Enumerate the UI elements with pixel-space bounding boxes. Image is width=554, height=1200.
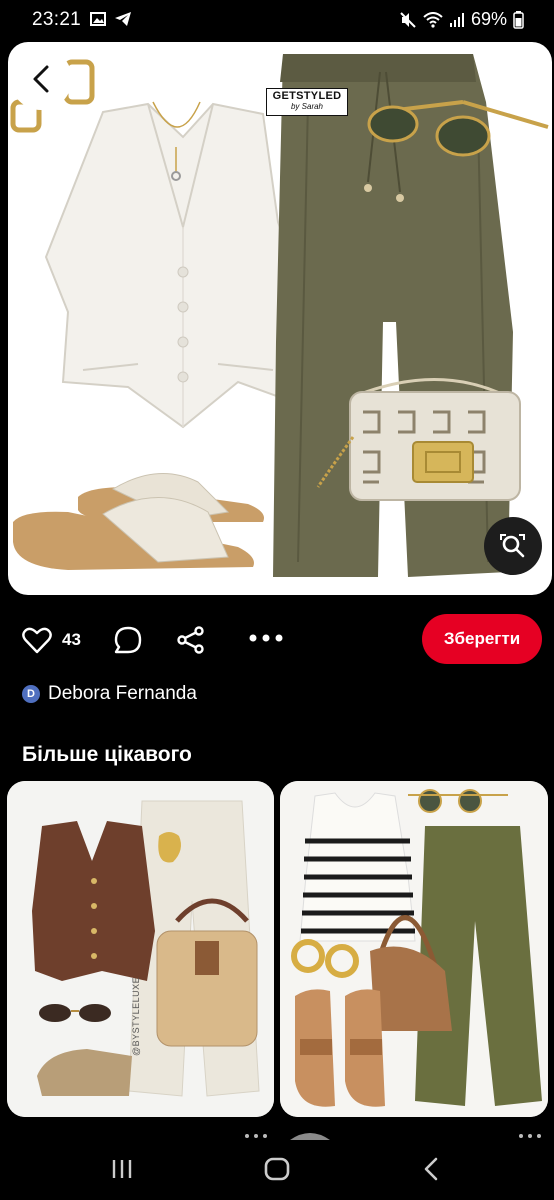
- pin-watermark: GETSTYLED by Sarah: [266, 88, 348, 116]
- like-icon[interactable]: [22, 626, 52, 654]
- nav-back-icon[interactable]: [422, 1157, 440, 1181]
- white-vest-illustration: [44, 101, 305, 429]
- system-nav-bar: [0, 1140, 554, 1200]
- author-row[interactable]: D Debora Fernanda: [22, 680, 197, 708]
- striped-top-outfit-image: [280, 781, 548, 1117]
- telegram-icon: [115, 12, 131, 26]
- gallery-icon: [90, 12, 106, 26]
- more-options-icon[interactable]: [248, 632, 284, 644]
- status-bar: 23:21 69%: [0, 0, 554, 42]
- like-count: 43: [62, 630, 81, 649]
- related-pin-card[interactable]: @BYSTYLELUXE: [7, 781, 274, 1117]
- visual-search-button[interactable]: [484, 517, 542, 575]
- card-watermark: @BYSTYLELUXE: [131, 976, 141, 1056]
- battery-icon: [513, 10, 524, 29]
- pin-action-bar: 43 Зберегти: [0, 608, 554, 672]
- battery-percent: 69%: [470, 9, 507, 29]
- back-button[interactable]: [10, 48, 72, 110]
- author-name: Debora Fernanda: [48, 683, 197, 704]
- wifi-icon: [423, 11, 443, 28]
- related-pin-card[interactable]: [280, 781, 548, 1117]
- save-button[interactable]: Зберегти: [422, 614, 542, 664]
- recent-apps-icon[interactable]: [110, 1158, 134, 1180]
- status-time: 23:21: [32, 9, 82, 30]
- next-row-peek: [0, 1126, 554, 1140]
- more-ideas-title: Більше цікавого: [22, 743, 192, 766]
- sandals-illustration: [13, 473, 264, 570]
- brown-vest-outfit-image: [7, 781, 274, 1117]
- comment-icon[interactable]: [113, 625, 143, 655]
- back-arrow-icon: [33, 65, 49, 93]
- share-icon[interactable]: [176, 625, 206, 655]
- outfit-collage: [10, 54, 549, 577]
- signal-icon: [449, 12, 464, 27]
- pin-image[interactable]: GETSTYLED by Sarah: [8, 42, 552, 595]
- home-icon[interactable]: [264, 1157, 290, 1181]
- lens-search-icon: [500, 534, 525, 558]
- mute-icon: [400, 11, 416, 28]
- avatar: D: [22, 685, 40, 703]
